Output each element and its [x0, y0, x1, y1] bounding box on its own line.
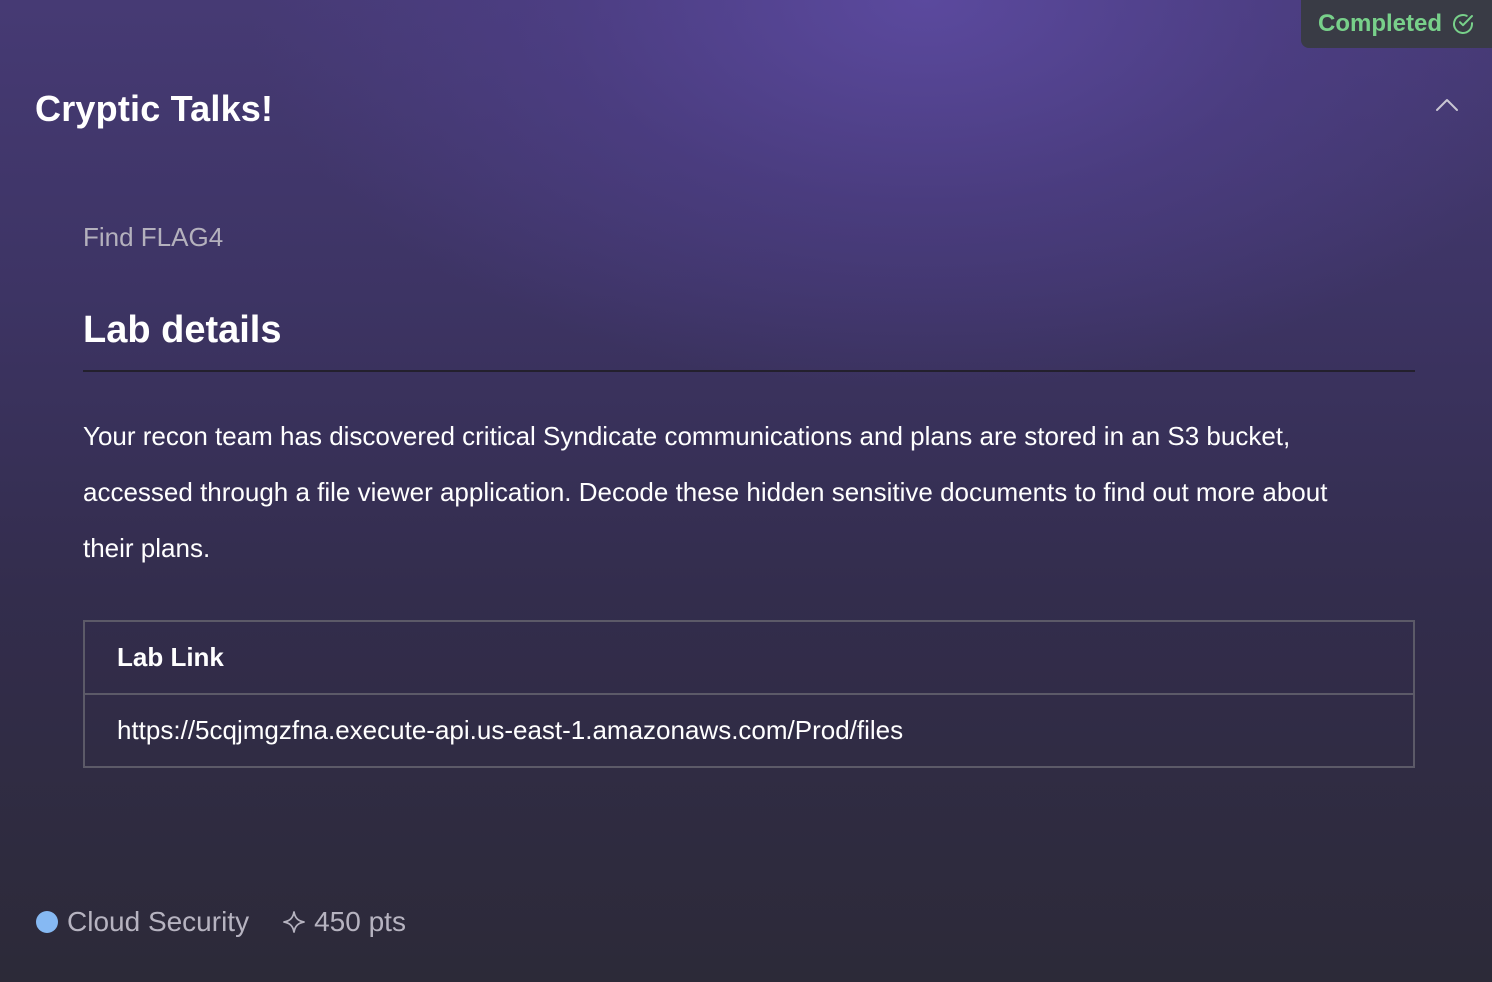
challenge-subtitle: Find FLAG4 [83, 222, 224, 252]
category-label: Cloud Security [67, 906, 250, 937]
check-circle-icon [1451, 12, 1475, 36]
collapse-toggle-button[interactable] [1432, 92, 1462, 122]
lab-details-heading: Lab details [83, 307, 1415, 372]
sparkle-icon [282, 910, 314, 934]
challenge-content: Find FLAG4 Lab details Your recon team h… [83, 215, 1415, 768]
chevron-up-icon [1435, 98, 1459, 117]
table-row: https://5cqjmgzfna.execute-api.us-east-1… [83, 693, 1415, 768]
table-header-row: Lab Link [83, 620, 1415, 695]
category-dot-icon [36, 911, 58, 933]
lab-link-cell: https://5cqjmgzfna.execute-api.us-east-1… [83, 693, 1415, 768]
status-label: Completed [1317, 10, 1442, 37]
challenge-footer: Cloud Security 450 pts [36, 906, 406, 938]
lab-table: Lab Link https://5cqjmgzfna.execute-api.… [83, 620, 1415, 768]
lab-link[interactable]: https://5cqjmgzfna.execute-api.us-east-1… [117, 715, 903, 745]
points-badge: 450 pts [282, 906, 406, 938]
challenge-card: Completed Cryptic Talks! Find FLAG4 Lab … [0, 0, 1492, 982]
lab-link-header: Lab Link [83, 620, 1415, 695]
challenge-title: Cryptic Talks! [35, 88, 274, 129]
points-label: 450 pts [314, 906, 406, 937]
status-badge: Completed [1301, 0, 1492, 48]
challenge-description: Your recon team has discovered critical … [83, 421, 1328, 563]
